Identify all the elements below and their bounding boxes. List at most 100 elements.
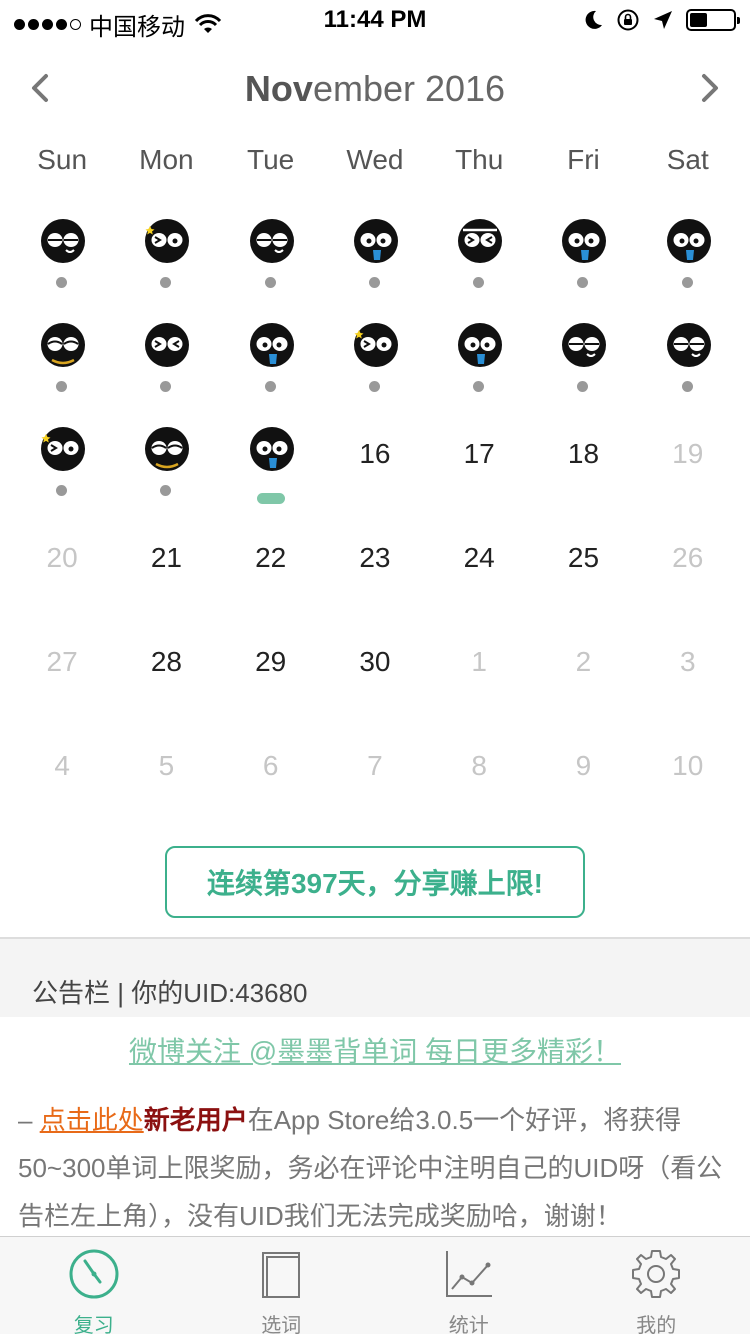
mood-face-icon bbox=[145, 219, 190, 263]
day-number: 30 bbox=[359, 646, 391, 677]
mood-face-icon bbox=[666, 219, 711, 263]
calendar-day-cell[interactable]: 1 bbox=[427, 606, 531, 710]
calendar-day-cell[interactable]: 30 bbox=[323, 606, 427, 710]
mood-face-icon bbox=[666, 323, 711, 367]
calendar-day-cell[interactable] bbox=[10, 398, 114, 502]
notice-prefix: – bbox=[18, 1105, 40, 1135]
calendar-day-cell[interactable] bbox=[114, 294, 218, 398]
mood-face-icon bbox=[353, 323, 398, 367]
calendar-day-cell[interactable] bbox=[114, 398, 218, 502]
rotation-lock-icon bbox=[617, 9, 639, 31]
status-bar: 中国移动 11:44 PM bbox=[0, 0, 750, 41]
calendar-day-cell[interactable] bbox=[10, 190, 114, 294]
review-dot bbox=[473, 277, 485, 288]
mood-face-icon bbox=[41, 323, 85, 367]
calendar-day-cell[interactable]: 24 bbox=[427, 502, 531, 606]
calendar-day-cell[interactable]: 9 bbox=[531, 710, 635, 814]
review-dot bbox=[368, 381, 380, 392]
mood-face-icon bbox=[249, 427, 294, 471]
calendar-day-cell[interactable] bbox=[531, 294, 635, 398]
calendar-week-row bbox=[10, 294, 740, 398]
calendar-day-cell[interactable]: 18 bbox=[531, 398, 635, 502]
calendar-day-cell[interactable] bbox=[427, 294, 531, 398]
calendar-day-cell[interactable]: 5 bbox=[114, 710, 218, 814]
calendar-day-cell[interactable]: 28 bbox=[114, 606, 218, 710]
calendar-day-cell[interactable] bbox=[323, 294, 427, 398]
book-icon bbox=[262, 1252, 301, 1298]
weibo-follow-link[interactable]: 微博关注 @墨墨背单词 每日更多精彩！ bbox=[0, 1030, 750, 1070]
calendar-day-cell[interactable] bbox=[114, 190, 218, 294]
gear-icon bbox=[632, 1250, 681, 1298]
calendar-day-cell[interactable] bbox=[636, 294, 740, 398]
calendar-day-cell[interactable]: 6 bbox=[219, 710, 323, 814]
mood-face-icon bbox=[249, 219, 294, 263]
calendar-day-cell[interactable]: 23 bbox=[323, 502, 427, 606]
calendar-day-cell[interactable] bbox=[10, 294, 114, 398]
day-number: 22 bbox=[255, 542, 287, 573]
calendar-day-cell[interactable]: 29 bbox=[219, 606, 323, 710]
day-number: 20 bbox=[46, 542, 78, 573]
battery-icon bbox=[686, 9, 740, 31]
day-number: 23 bbox=[359, 542, 391, 573]
calendar-day-cell[interactable]: 17 bbox=[427, 398, 531, 502]
calendar-day-cell[interactable] bbox=[219, 294, 323, 398]
calendar-day-cell[interactable] bbox=[636, 190, 740, 294]
calendar-day-cell[interactable] bbox=[219, 190, 323, 294]
calendar-day-cell[interactable] bbox=[323, 190, 427, 294]
calendar-day-cell[interactable] bbox=[427, 190, 531, 294]
calendar-day-cell[interactable]: 2 bbox=[531, 606, 635, 710]
calendar-day-cell[interactable] bbox=[219, 398, 323, 504]
day-number: 25 bbox=[567, 542, 600, 573]
weekday-label: Tue bbox=[247, 144, 295, 175]
tab-review[interactable]: 复习 bbox=[0, 1237, 188, 1334]
tab-label: 选词 bbox=[261, 1315, 302, 1334]
day-number: 2 bbox=[575, 646, 592, 677]
calendar-day-cell[interactable]: 16 bbox=[323, 398, 427, 502]
month-header: November 2016 bbox=[0, 60, 750, 120]
calendar-day-cell[interactable]: 19 bbox=[636, 398, 740, 502]
tab-label: 统计 bbox=[448, 1315, 489, 1334]
click-here-link[interactable]: 点击此处 bbox=[40, 1105, 144, 1135]
review-dot bbox=[264, 381, 276, 392]
day-number: 18 bbox=[567, 438, 600, 469]
tab-statistics[interactable]: 统计 bbox=[375, 1237, 563, 1334]
mood-face-icon bbox=[458, 219, 503, 263]
tab-bar: 复习 选词 统计 我的 bbox=[0, 1236, 750, 1334]
calendar-day-cell[interactable]: 20 bbox=[10, 502, 114, 606]
weekday-label: Thu bbox=[455, 144, 504, 175]
weekday-label: Mon bbox=[139, 144, 194, 175]
weekday-header-row: Sun Mon Tue Wed Thu Fri Sat bbox=[10, 144, 740, 176]
day-number: 26 bbox=[672, 542, 704, 573]
calendar-day-cell[interactable] bbox=[531, 190, 635, 294]
calendar-day-cell[interactable]: 4 bbox=[10, 710, 114, 814]
day-number: 5 bbox=[158, 750, 175, 781]
day-number: 19 bbox=[672, 438, 704, 469]
calendar-day-cell[interactable]: 7 bbox=[323, 710, 427, 814]
day-number: 1 bbox=[471, 646, 487, 677]
bulletin-header: 公告栏 | 你的UID:43680 bbox=[0, 939, 750, 1017]
review-dot bbox=[56, 381, 67, 392]
calendar-day-cell[interactable]: 10 bbox=[636, 710, 740, 814]
review-dot bbox=[577, 277, 589, 288]
calendar-day-cell[interactable]: 21 bbox=[114, 502, 218, 606]
calendar-day-cell[interactable]: 3 bbox=[636, 606, 740, 710]
tab-choose-words[interactable]: 选词 bbox=[188, 1237, 376, 1334]
next-month-chevron-icon[interactable] bbox=[688, 68, 728, 108]
day-number: 6 bbox=[262, 750, 279, 781]
mood-face-icon bbox=[353, 219, 398, 263]
tab-profile[interactable]: 我的 bbox=[563, 1237, 750, 1334]
calendar-week-row: 16 17 18 19 bbox=[10, 398, 740, 504]
calendar-day-cell[interactable]: 25 bbox=[531, 502, 635, 606]
mood-face-icon bbox=[458, 323, 503, 367]
status-icons bbox=[582, 8, 740, 32]
timer-icon bbox=[69, 1249, 119, 1299]
streak-share-button[interactable]: 连续第397天，分享赚上限! bbox=[165, 846, 585, 918]
calendar-day-cell[interactable]: 8 bbox=[427, 710, 531, 814]
calendar-day-cell[interactable]: 26 bbox=[636, 502, 740, 606]
calendar-day-cell[interactable]: 22 bbox=[219, 502, 323, 606]
day-number: 8 bbox=[471, 750, 487, 781]
moon-icon bbox=[585, 10, 602, 29]
calendar-day-cell[interactable]: 27 bbox=[10, 606, 114, 710]
mood-face-icon bbox=[249, 323, 294, 367]
day-number: 16 bbox=[359, 438, 391, 469]
